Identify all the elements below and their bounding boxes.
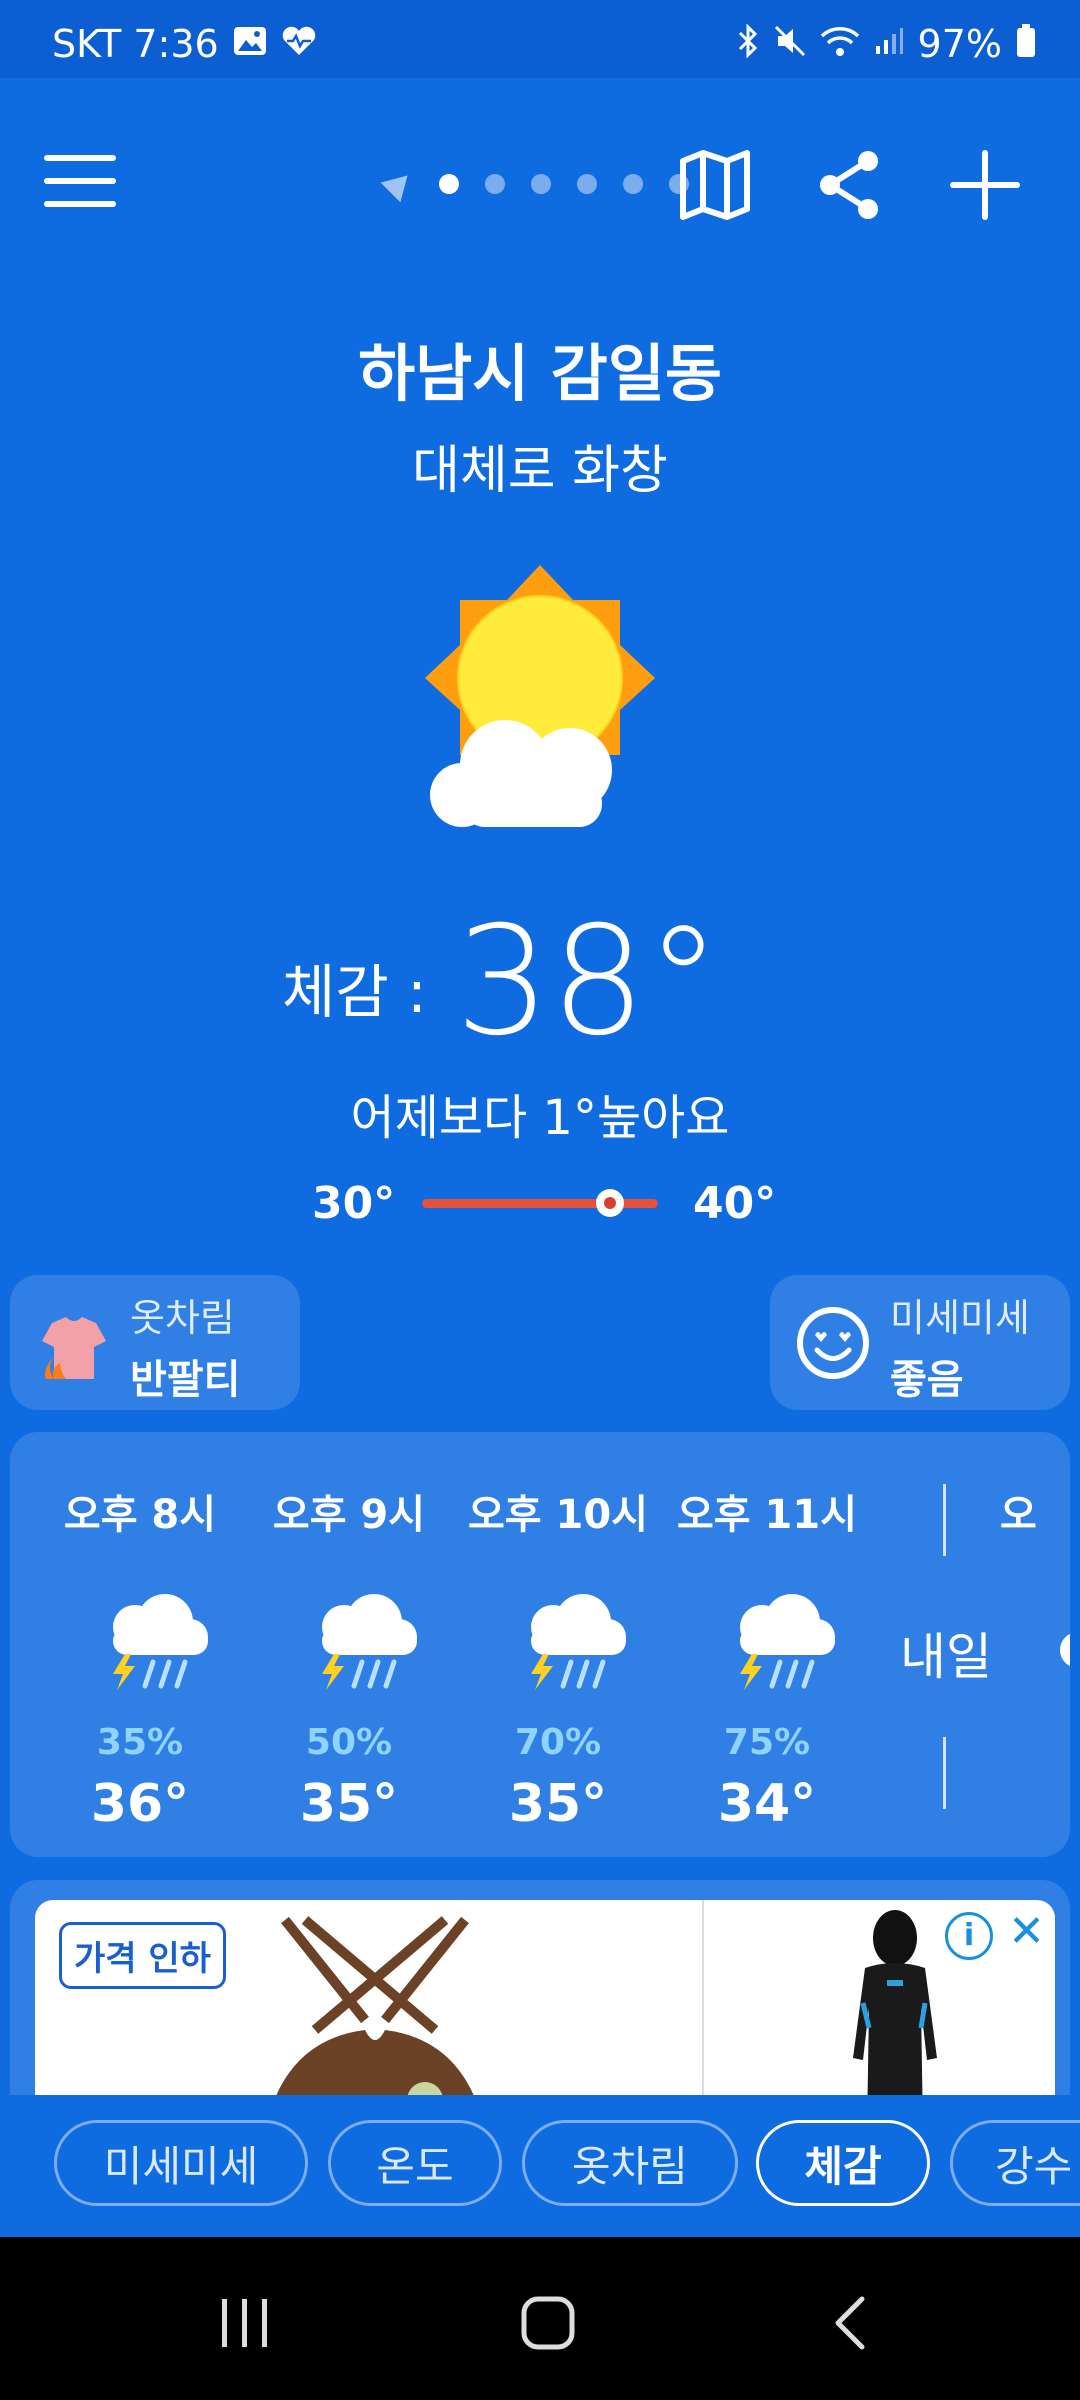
fine-dust-title: 미세미세: [890, 1296, 1030, 1340]
low-temperature: 30°: [312, 1178, 396, 1229]
hour-temperature: 35°: [299, 1774, 399, 1834]
status-left: SKT 7:36: [52, 22, 317, 66]
tab-fine-dust[interactable]: 미세미세: [54, 2120, 308, 2206]
bluetooth-icon: [736, 23, 760, 64]
home-button[interactable]: [520, 2295, 576, 2355]
ad-info-icon[interactable]: i: [945, 1912, 993, 1960]
hour-temperature: 35°: [508, 1774, 608, 1834]
map-icon: [680, 150, 750, 220]
weather-condition: 대체로 화창: [412, 441, 668, 501]
thunderstorm-icon: [95, 1592, 215, 1702]
ad-content[interactable]: 가격 인하 i ✕: [35, 1900, 1055, 2095]
home-icon: [521, 2296, 575, 2350]
wifi-icon: [820, 25, 860, 63]
system-navigation-bar: [0, 2237, 1080, 2400]
share-icon: [820, 151, 878, 219]
status-bar: SKT 7:36 97%: [0, 0, 1080, 78]
price-drop-tag: 가격 인하: [59, 1922, 226, 1989]
fine-dust-value: 좋음: [890, 1357, 964, 1403]
page-indicator[interactable]: [380, 165, 689, 203]
tab-outfit[interactable]: 옷차림: [522, 2120, 738, 2206]
smiley-face-icon: [795, 1305, 871, 1381]
mute-icon: [774, 25, 806, 63]
signal-icon: [874, 26, 904, 62]
tab-feels-like[interactable]: 체감: [756, 2120, 930, 2206]
back-button[interactable]: [830, 2295, 870, 2355]
partly-sunny-icon: [400, 560, 680, 840]
wetsuit-image[interactable]: [825, 1908, 965, 2095]
yesterday-comparison: 어제보다 1°높아요: [350, 1090, 730, 1146]
recent-apps-icon: [222, 2299, 267, 2347]
gallery-icon: [233, 26, 267, 62]
precipitation-probability: 50%: [305, 1722, 393, 1763]
thunderstorm-icon: [722, 1592, 842, 1702]
next-hour-icon-partial: [1060, 1632, 1070, 1668]
advertisement[interactable]: 가격 인하 i ✕: [10, 1880, 1070, 2095]
share-button[interactable]: [810, 145, 890, 225]
page-dot[interactable]: [623, 174, 643, 194]
next-hour-time-partial: 오: [1000, 1492, 1037, 1538]
tab-precipitation[interactable]: 강수: [950, 2120, 1080, 2206]
swimwear-top-image[interactable]: [225, 1910, 525, 2095]
carrier-time: SKT 7:36: [52, 22, 219, 66]
add-location-button[interactable]: [945, 145, 1025, 225]
menu-button[interactable]: [44, 155, 116, 215]
menu-line: [44, 201, 116, 207]
day-divider-top: [943, 1484, 946, 1556]
precipitation-probability: 75%: [723, 1722, 811, 1763]
day-divider-bottom: [943, 1737, 946, 1809]
precipitation-probability: 35%: [96, 1722, 184, 1763]
page-dot[interactable]: [531, 174, 551, 194]
ad-close-icon[interactable]: ✕: [1008, 1906, 1045, 1957]
tab-temperature[interactable]: 온도: [328, 2120, 502, 2206]
hourly-forecast[interactable]: 오후 8시 35% 36° 오후 9시 50% 35° 오후 10시 70% 3…: [10, 1432, 1070, 1857]
map-button[interactable]: [675, 145, 755, 225]
current-temperature-marker: [596, 1189, 624, 1217]
back-chevron-icon: [835, 2296, 865, 2350]
tshirt-icon: [38, 1313, 110, 1385]
hour-time: 오후 11시: [677, 1492, 857, 1538]
feels-like-label: 체감 :: [282, 958, 427, 1026]
hour-time: 오후 9시: [272, 1492, 426, 1538]
status-right: 97%: [736, 22, 1036, 66]
feels-like-temperature: 38°: [455, 895, 721, 1069]
hour-time: 오후 8시: [63, 1492, 217, 1538]
recent-apps-button[interactable]: [218, 2297, 272, 2353]
menu-line: [44, 155, 116, 161]
menu-line: [44, 178, 116, 184]
location-name[interactable]: 하남시 감일동: [0, 323, 1080, 413]
hour-temperature: 36°: [90, 1774, 190, 1834]
hour-temperature: 34°: [717, 1774, 817, 1834]
health-icon: [281, 25, 317, 63]
hour-time: 오후 10시: [468, 1492, 648, 1538]
plus-icon: [950, 150, 1020, 220]
outfit-value: 반팔티: [130, 1357, 241, 1403]
page-dot[interactable]: [577, 174, 597, 194]
outfit-title: 옷차림: [130, 1296, 235, 1340]
category-tabs[interactable]: 미세미세 온도 옷차림 체감 강수: [0, 2095, 1080, 2235]
thunderstorm-icon: [304, 1592, 424, 1702]
battery-icon: [1016, 24, 1036, 64]
thunderstorm-icon: [513, 1592, 633, 1702]
outfit-card[interactable]: 옷차림 반팔티: [10, 1275, 300, 1410]
page-dot[interactable]: [485, 174, 505, 194]
tomorrow-label: 내일: [900, 1628, 992, 1686]
current-location-icon: [380, 165, 418, 203]
battery-percent: 97%: [917, 22, 1002, 66]
high-temperature: 40°: [693, 1178, 777, 1229]
page-dot[interactable]: [439, 174, 459, 194]
precipitation-probability: 70%: [514, 1722, 602, 1763]
ad-divider: [702, 1900, 704, 2095]
fine-dust-card[interactable]: 미세미세 좋음: [770, 1275, 1070, 1410]
